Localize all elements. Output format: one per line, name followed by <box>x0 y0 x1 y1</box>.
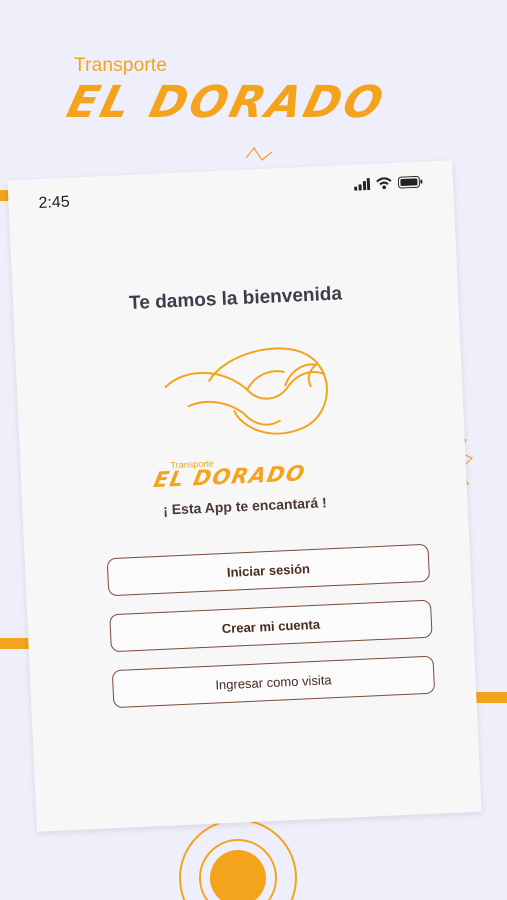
brand-small-text: Transporte <box>74 55 168 76</box>
brand-big-text: EL DORADO <box>62 77 391 128</box>
dove-logo-icon <box>164 347 328 435</box>
signal-icon <box>354 177 371 191</box>
guest-login-button[interactable]: Ingresar como visita <box>111 655 436 709</box>
wifi-icon <box>376 177 392 190</box>
tagline: ¡ Esta App te encantará ! <box>162 494 328 518</box>
create-account-button[interactable]: Crear mi cuenta <box>109 599 433 653</box>
status-icons <box>354 175 423 191</box>
status-time: 2:45 <box>38 193 71 213</box>
battery-icon <box>397 175 423 189</box>
login-button[interactable]: Iniciar sesión <box>106 543 431 597</box>
target-circle-decoration <box>179 820 297 900</box>
welcome-heading: Te damos la bienvenida <box>128 283 343 315</box>
phone-screen: 2:45 Te damos la bienvenida Transporte E… <box>7 160 482 832</box>
